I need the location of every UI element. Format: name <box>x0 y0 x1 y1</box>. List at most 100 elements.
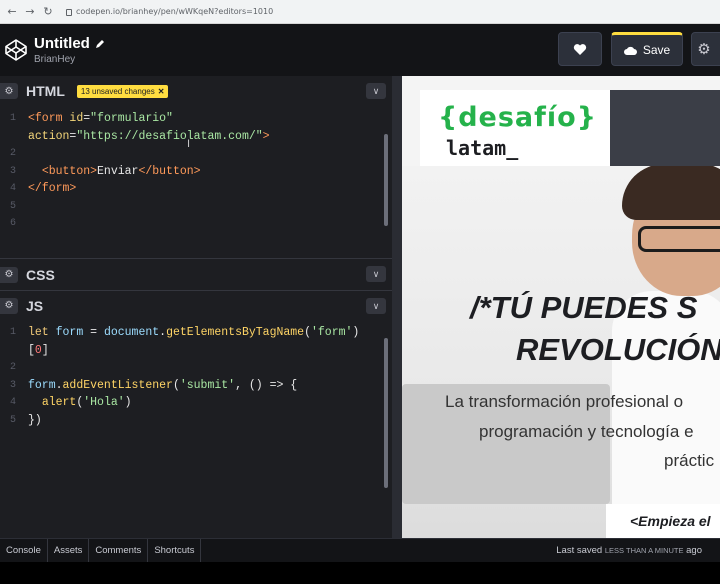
editor-column: ⚙ HTML 13 unsaved changes ✕ ∨ I 1 <form i… <box>0 76 392 538</box>
html-collapse-button[interactable]: ∨ <box>366 83 386 99</box>
comments-button[interactable]: Comments <box>89 538 149 563</box>
codepen-header: Untitled BrianHey Save ⚙ <box>0 24 720 76</box>
lock-icon <box>66 9 72 16</box>
code-token: ) <box>352 326 360 340</box>
codepen-logo-icon[interactable] <box>4 38 28 62</box>
code-text: alert('Hola') <box>28 396 132 409</box>
code-line[interactable]: 3 <button>Enviar</button> <box>0 163 392 181</box>
code-token: ] <box>41 343 49 357</box>
footer-bar: Console Assets Comments Shortcuts Last s… <box>0 538 720 563</box>
code-token: [ <box>28 343 35 357</box>
code-text: form.addEventListener('submit', () => { <box>28 379 297 392</box>
hero-subtitle-3: práctic <box>664 451 715 470</box>
js-panel-title: JS <box>26 297 44 314</box>
css-settings-icon[interactable]: ⚙ <box>0 266 18 283</box>
like-button[interactable] <box>558 32 602 66</box>
author-name[interactable]: BrianHey <box>34 54 105 65</box>
html-panel-title: HTML <box>26 83 65 99</box>
css-collapse-button[interactable]: ∨ <box>366 266 386 282</box>
code-token: Enviar <box>97 164 139 178</box>
code-line[interactable]: 6 <box>0 215 392 233</box>
line-number: 4 <box>10 397 17 409</box>
forward-icon[interactable]: → <box>24 5 36 18</box>
shortcuts-button[interactable]: Shortcuts <box>148 538 202 563</box>
code-token: "https://desafiolatam.com/" <box>76 129 263 143</box>
code-token: <form <box>28 112 70 126</box>
cloud-icon <box>623 46 637 55</box>
console-button[interactable]: Console <box>0 538 48 563</box>
code-token: form <box>28 378 56 392</box>
browser-toolbar: ← → ↻ codepen.io/brianhey/pen/wWKqeN?edi… <box>0 0 720 24</box>
line-number: 1 <box>10 113 17 125</box>
code-token: > <box>262 129 270 143</box>
last-saved-status: Last saved LESS THAN A MINUTE ago <box>556 545 702 556</box>
code-token: 0 <box>34 343 42 357</box>
code-token: </button> <box>138 164 201 178</box>
line-number: 2 <box>10 148 17 160</box>
line-number: 2 <box>10 362 17 374</box>
code-line[interactable]: 1 let form = document.getElementsByTagNam… <box>0 324 392 342</box>
hero-headline-1: /*TÚ PUEDES S <box>470 290 698 325</box>
pen-title[interactable]: Untitled <box>34 35 105 52</box>
code-line[interactable]: 5 <box>0 198 392 216</box>
url-text: codepen.io/brianhey/pen/wWKqeN?editors=1… <box>76 7 274 16</box>
css-panel-header[interactable]: ⚙ CSS ∨ <box>0 258 392 290</box>
code-line[interactable]: 5}) <box>0 412 392 430</box>
code-token: alert <box>41 396 77 410</box>
text-cursor-icon: I <box>187 138 191 150</box>
glasses-image <box>638 226 720 252</box>
code-line[interactable]: 2 <box>0 145 392 163</box>
js-scrollbar[interactable] <box>384 338 388 488</box>
resize-handle[interactable] <box>392 76 402 538</box>
pencil-icon[interactable] <box>95 39 105 49</box>
assets-button[interactable]: Assets <box>48 538 90 563</box>
code-token: document <box>103 326 160 340</box>
code-line[interactable]: 4 </form> <box>0 180 392 198</box>
js-collapse-button[interactable]: ∨ <box>366 298 386 314</box>
reload-icon[interactable]: ↻ <box>42 5 54 18</box>
address-bar[interactable]: codepen.io/brianhey/pen/wWKqeN?editors=1… <box>66 7 273 16</box>
code-line[interactable]: 2 <box>0 359 392 377</box>
code-token: }) <box>28 413 42 427</box>
code-token: let <box>28 326 56 340</box>
html-panel-header: ⚙ HTML 13 unsaved changes ✕ ∨ <box>0 76 392 106</box>
code-token: form <box>55 326 84 340</box>
line-number: 5 <box>10 414 17 426</box>
js-code-editor[interactable]: 1 let form = document.getElementsByTagNam… <box>0 320 392 537</box>
close-icon[interactable]: ✕ <box>158 87 165 96</box>
js-settings-icon[interactable]: ⚙ <box>0 297 18 314</box>
code-token: addEventListener <box>62 378 173 392</box>
line-number: 5 <box>10 200 17 212</box>
html-settings-icon[interactable]: ⚙ <box>0 83 18 99</box>
save-button[interactable]: Save <box>611 32 683 66</box>
html-code-editor[interactable]: I 1 <form id="formulario" action="https://… <box>0 106 392 258</box>
code-token: ( <box>304 326 311 340</box>
code-line[interactable]: [0] <box>0 342 392 360</box>
code-token: id <box>69 112 84 126</box>
heart-icon <box>573 43 587 55</box>
back-icon[interactable]: ← <box>6 5 18 18</box>
desafio-logo[interactable]: {desafío} latam_ <box>420 90 610 166</box>
code-line[interactable]: 4 alert('Hola') <box>0 394 392 412</box>
unsaved-changes-badge[interactable]: 13 unsaved changes ✕ <box>76 84 169 98</box>
result-preview: {desafío} latam_ /*TÚ PUEDES S REVOLUCIÓ… <box>402 76 720 538</box>
code-token: 'form' <box>311 326 353 340</box>
hero-subtitle-1: La transformación profesional o <box>445 392 684 411</box>
js-panel-header: ⚙ JS ∨ <box>0 290 392 320</box>
screen-bottom <box>0 562 720 584</box>
code-line[interactable]: 3 form.addEventListener('submit', () => { <box>0 377 392 395</box>
html-scrollbar[interactable] <box>384 134 388 226</box>
line-number: 3 <box>10 165 17 177</box>
code-token: getElementsByTagName <box>166 326 305 340</box>
line-number: 6 <box>10 218 17 230</box>
settings-button[interactable]: ⚙ <box>691 32 720 66</box>
code-line[interactable]: 1 <form id="formulario" <box>0 110 392 128</box>
code-token: 'Hola' <box>83 396 125 410</box>
code-text: </form> <box>28 182 76 195</box>
cta-button[interactable]: <Empieza el <box>606 504 720 538</box>
css-panel-title: CSS <box>26 266 55 283</box>
hero-headline-2: REVOLUCIÓN <box>516 332 720 367</box>
code-line[interactable]: action="https://desafiolatam.com/"> <box>0 128 392 146</box>
